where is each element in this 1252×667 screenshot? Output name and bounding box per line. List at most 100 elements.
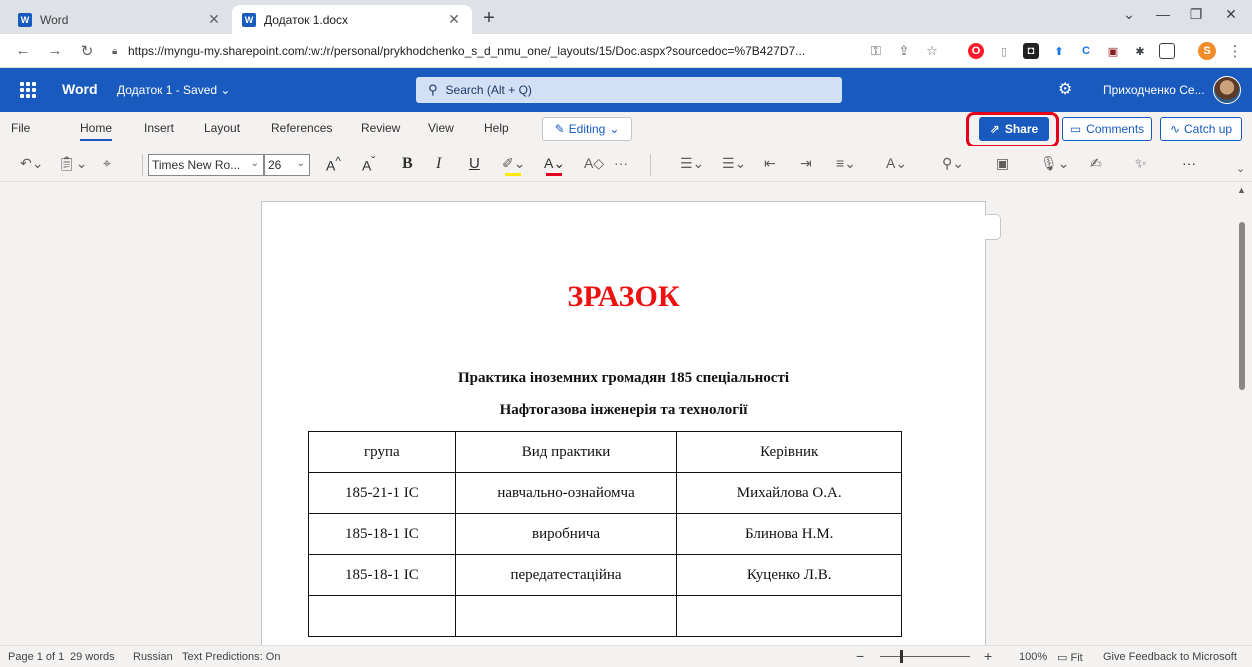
user-name[interactable]: Приходченко Се... <box>1103 83 1205 97</box>
table-cell[interactable]: Михайлова О.А. <box>676 472 902 514</box>
zoom-out-icon[interactable]: − <box>856 648 864 664</box>
font-color-icon[interactable]: A⌄ <box>544 155 565 172</box>
zoom-slider-thumb[interactable] <box>900 650 903 663</box>
numbering-icon[interactable]: ☰⌄ <box>722 155 746 172</box>
minimize-icon[interactable]: — <box>1152 6 1174 22</box>
browser-tab-document[interactable]: W Додаток 1.docx ✕ <box>232 5 472 34</box>
italic-button[interactable]: I <box>436 155 441 173</box>
avatar[interactable] <box>1213 76 1241 104</box>
bold-button[interactable]: B <box>402 155 413 173</box>
extension-icon[interactable]: ◘ <box>1023 43 1039 59</box>
app-name[interactable]: Word <box>62 81 98 97</box>
opera-extension-icon[interactable]: O <box>968 43 984 59</box>
extensions-puzzle-icon[interactable]: ✱ <box>1132 43 1148 59</box>
paste-icon[interactable]: 📋︎⌄ <box>58 155 88 172</box>
reload-icon[interactable]: ↻ <box>78 42 96 60</box>
comment-margin-marker[interactable] <box>985 214 1001 240</box>
underline-button[interactable]: U <box>469 155 480 172</box>
styles-icon[interactable]: A⌄ <box>886 155 907 172</box>
undo-icon[interactable]: ↶⌄ <box>20 155 43 172</box>
tab-file[interactable]: File <box>11 121 30 135</box>
table-cell[interactable]: Куценко Л.В. <box>676 554 902 596</box>
bookmark-star-icon[interactable]: ☆ <box>924 43 940 59</box>
browser-menu-icon[interactable]: ⋮ <box>1226 42 1244 60</box>
feedback-link[interactable]: Give Feedback to Microsoft <box>1103 651 1237 663</box>
restore-icon[interactable]: ❐ <box>1185 6 1207 23</box>
forward-arrow-icon[interactable]: → <box>46 42 64 59</box>
table-cell[interactable]: Блинова Н.М. <box>676 513 902 555</box>
table-cell[interactable]: 185-21-1 ІС <box>308 472 456 514</box>
align-icon[interactable]: ≡⌄ <box>836 155 856 172</box>
zoom-level[interactable]: 100% <box>1019 651 1047 663</box>
grow-font-button[interactable]: A^ <box>326 155 341 174</box>
editing-mode-button[interactable]: ✎ Editing ⌄ <box>542 117 632 141</box>
share-button[interactable]: ⇗ Share <box>979 117 1049 141</box>
more-options-icon[interactable]: ··· <box>1182 155 1196 171</box>
designer-icon[interactable]: ✍ <box>1090 155 1102 172</box>
font-name-select[interactable]: Times New Ro... ⌄ <box>148 154 264 176</box>
tab-view[interactable]: View <box>428 121 454 135</box>
new-tab-icon[interactable]: + <box>478 8 500 28</box>
side-panel-icon[interactable] <box>1159 43 1175 59</box>
font-size-select[interactable]: 26 ⌄ <box>264 154 310 176</box>
tab-insert[interactable]: Insert <box>144 121 174 135</box>
table-cell[interactable] <box>454 595 678 637</box>
gear-icon[interactable]: ⚙ <box>1058 79 1072 99</box>
table-cell[interactable] <box>308 595 456 637</box>
text-predictions[interactable]: Text Predictions: On <box>182 651 280 663</box>
share-page-icon[interactable]: ⇪ <box>896 43 912 59</box>
search-input[interactable]: ⚲ Search (Alt + Q) <box>416 77 842 103</box>
profile-icon[interactable]: S <box>1198 42 1216 60</box>
extension-icon[interactable]: C <box>1078 43 1094 59</box>
clear-formatting-icon[interactable]: A◇ <box>584 155 604 172</box>
highlight-icon[interactable]: ✐⌄ <box>502 155 525 172</box>
tab-references[interactable]: References <box>271 121 332 135</box>
tab-home[interactable]: Home <box>80 121 113 141</box>
language[interactable]: Russian <box>133 651 173 663</box>
close-icon[interactable]: ✕ <box>446 11 462 28</box>
tab-layout[interactable]: Layout <box>204 121 240 135</box>
extension-icon[interactable]: ⬆ <box>1051 43 1067 59</box>
more-font-options-icon[interactable]: ··· <box>614 155 628 171</box>
app-launcher-icon[interactable] <box>20 82 36 98</box>
table-header-cell[interactable]: група <box>308 431 456 473</box>
document-name[interactable]: Додаток 1 - Saved ⌄ <box>117 83 230 97</box>
vertical-scrollbar[interactable] <box>1239 222 1245 390</box>
table-header-cell[interactable]: Вид практики <box>454 431 678 473</box>
microphone-icon[interactable]: 🎙︎⌄ <box>1040 155 1070 172</box>
shrink-font-button[interactable]: Aˇ <box>362 155 375 174</box>
table-cell[interactable]: виробнича <box>454 513 678 555</box>
table-cell[interactable]: передатестаційна <box>454 554 678 596</box>
copilot-icon[interactable]: ✨︎ <box>1135 155 1147 172</box>
back-arrow-icon[interactable]: ← <box>14 42 32 59</box>
word-count[interactable]: 29 words <box>70 651 115 663</box>
close-icon[interactable]: ✕ <box>206 11 222 28</box>
url-field[interactable]: 🔒︎ https://myngu-my.sharepoint.com/:w:/r… <box>112 38 960 64</box>
increase-indent-icon[interactable]: ⇥ <box>800 155 812 172</box>
tab-review[interactable]: Review <box>361 121 400 135</box>
extension-icon[interactable]: ▣ <box>1105 43 1121 59</box>
document-page[interactable]: ЗРАЗОК Практика іноземних громадян 185 с… <box>261 201 986 645</box>
browser-tab-word[interactable]: W Word ✕ <box>8 5 232 34</box>
comments-button[interactable]: ▭ Comments <box>1062 117 1152 141</box>
format-painter-icon[interactable]: ⌖ <box>103 155 111 172</box>
key-icon[interactable]: ⚿ <box>868 43 884 59</box>
table-cell[interactable] <box>676 595 902 637</box>
decrease-indent-icon[interactable]: ⇤ <box>764 155 776 172</box>
table-cell[interactable]: 185-18-1 ІС <box>308 513 456 555</box>
table-cell[interactable]: 185-18-1 ІС <box>308 554 456 596</box>
scroll-up-arrow-icon[interactable]: ▲ <box>1237 185 1246 195</box>
zoom-slider[interactable] <box>880 656 970 657</box>
tab-help[interactable]: Help <box>484 121 509 135</box>
fit-button[interactable]: ▭ Fit <box>1057 651 1083 664</box>
tab-search-chevron-icon[interactable]: ⌄ <box>1118 6 1140 23</box>
window-close-icon[interactable]: ✕ <box>1220 6 1242 23</box>
find-icon[interactable]: ⚲⌄ <box>942 155 964 172</box>
bullets-icon[interactable]: ☰⌄ <box>680 155 704 172</box>
catch-up-button[interactable]: ∿ Catch up <box>1160 117 1242 141</box>
extension-icon[interactable]: ▯ <box>996 43 1012 59</box>
zoom-in-icon[interactable]: + <box>984 648 992 664</box>
editor-icon[interactable]: ▣ <box>996 155 1009 172</box>
expand-ribbon-icon[interactable]: ⌄ <box>1236 162 1245 175</box>
table-header-cell[interactable]: Керівник <box>676 431 902 473</box>
